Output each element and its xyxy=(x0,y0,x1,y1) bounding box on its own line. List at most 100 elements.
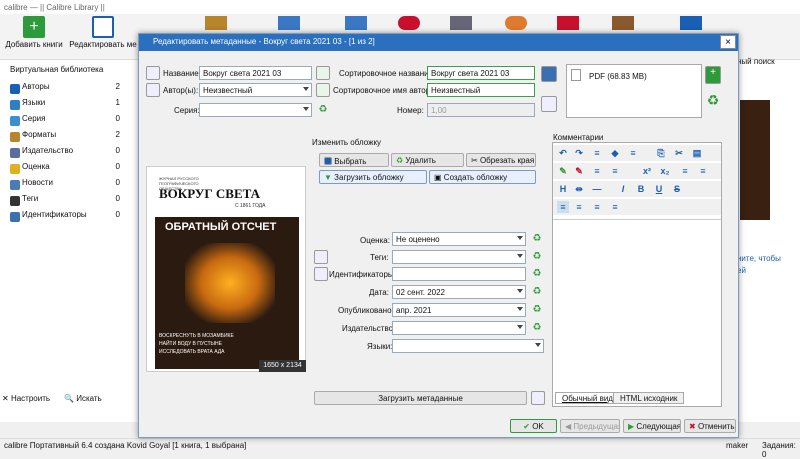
identifiers-icon[interactable] xyxy=(314,267,328,281)
tags-input[interactable] xyxy=(392,250,526,264)
horizontal-rule-icon[interactable]: ⇹ xyxy=(573,183,585,195)
add-books-button[interactable]: + Добавить книги xyxy=(4,16,64,58)
cancel-button[interactable]: ✖ Отменить xyxy=(684,419,736,433)
superscript-icon[interactable]: x² xyxy=(641,165,653,177)
sort-title-input[interactable]: Вокруг света 2021 03 xyxy=(427,66,535,80)
configure-button[interactable]: ✕ Настроить xyxy=(2,394,50,403)
sidebar-item-identifiers[interactable]: Идентификаторы 0 xyxy=(0,210,120,226)
arrow-right-icon[interactable] xyxy=(316,66,330,80)
copy-icon[interactable]: ⎘ xyxy=(655,147,667,159)
sort-author-input[interactable]: Неизвестный xyxy=(427,83,535,97)
tab-normal-view[interactable]: Обычный вид xyxy=(555,392,620,404)
identifiers-input[interactable] xyxy=(392,267,526,281)
download-cover-button[interactable]: ▼ Загрузить обложку xyxy=(319,170,427,184)
align-right-icon[interactable]: ≡ xyxy=(591,201,603,213)
library-icon[interactable] xyxy=(612,16,634,30)
bold-icon[interactable]: B xyxy=(635,183,647,195)
align-left-icon[interactable]: ≡ xyxy=(557,201,569,213)
edit-pencil-icon[interactable] xyxy=(541,96,557,112)
choose-cover-button[interactable]: Выбрать xyxy=(319,153,389,167)
highlight-icon[interactable]: ✎ xyxy=(573,165,585,177)
help-icon[interactable] xyxy=(505,16,527,30)
store-icon[interactable] xyxy=(680,16,702,30)
saved-search-label[interactable]: ный поиск xyxy=(737,57,775,66)
remove-format-icon[interactable]: ♻ xyxy=(705,93,721,110)
sidebar-item-tags[interactable]: Теги 0 xyxy=(0,194,120,210)
comments-textarea[interactable] xyxy=(553,219,721,394)
cut-icon[interactable]: ✂ xyxy=(673,147,685,159)
heading-icon[interactable]: H xyxy=(557,183,569,195)
italic-icon[interactable]: I xyxy=(617,183,629,195)
clear-identifiers-icon[interactable]: ♻ xyxy=(531,268,543,280)
eraser-icon[interactable]: ◆ xyxy=(609,147,621,159)
close-icon[interactable]: × xyxy=(720,35,736,49)
format-entry[interactable]: PDF (68.83 MB) xyxy=(589,72,647,81)
clear-rating-icon[interactable]: ♻ xyxy=(531,233,543,245)
title-input[interactable]: Вокруг света 2021 03 xyxy=(199,66,312,80)
bullet-list-icon[interactable]: ≡ xyxy=(679,165,691,177)
configure-download-icon[interactable] xyxy=(531,391,545,405)
add-format-icon[interactable]: + xyxy=(705,66,721,84)
redo-icon[interactable]: ↷ xyxy=(573,147,585,159)
generate-cover-button[interactable]: ▣ Создать обложку xyxy=(429,170,536,184)
series-input[interactable] xyxy=(199,103,312,117)
sidebar-item-formats[interactable]: Форматы 2 xyxy=(0,130,120,146)
sidebar-item-news[interactable]: Новости 0 xyxy=(0,178,120,194)
remove-books-icon[interactable] xyxy=(557,16,579,30)
indent-icon[interactable]: ≡ xyxy=(591,165,603,177)
sidebar-item-languages[interactable]: Языки 1 xyxy=(0,98,120,114)
align-justify-icon[interactable]: ≡ xyxy=(609,201,621,213)
date-input[interactable]: 02 сент. 2022 xyxy=(392,285,526,299)
rating-select[interactable]: Не оценено xyxy=(392,232,526,246)
find-button[interactable]: 🔍 Искать xyxy=(64,394,102,403)
jobs-count[interactable]: Задания: 0 xyxy=(762,441,800,459)
heart-icon[interactable] xyxy=(398,16,420,30)
series-number-input[interactable]: 1,00 xyxy=(427,103,535,117)
undo-icon[interactable]: ↶ xyxy=(557,147,569,159)
line-icon[interactable]: — xyxy=(591,183,603,195)
sidebar-item-publisher[interactable]: Издательство 0 xyxy=(0,146,120,162)
clear-published-icon[interactable]: ♻ xyxy=(531,304,543,316)
tab-html-source[interactable]: HTML исходник xyxy=(613,392,685,404)
trim-cover-button[interactable]: ✂ Обрезать края xyxy=(466,153,536,167)
convert-icon[interactable] xyxy=(205,16,227,30)
cover-icon[interactable] xyxy=(541,66,557,82)
ok-button[interactable]: ✔ OK xyxy=(510,419,557,433)
cover-thumbnail[interactable] xyxy=(740,100,770,220)
virtual-library-button[interactable]: Виртуальная библиотека xyxy=(0,65,120,81)
outdent-icon[interactable]: ≡ xyxy=(609,165,621,177)
clear-tags-icon[interactable]: ♻ xyxy=(531,251,543,263)
numbered-list-icon[interactable]: ≡ xyxy=(697,165,709,177)
clear-date-icon[interactable]: ♻ xyxy=(531,286,543,298)
languages-input[interactable] xyxy=(392,339,544,353)
send-icon[interactable] xyxy=(345,16,367,30)
details-link[interactable]: ните, чтобы xyxy=(737,254,781,263)
paste-icon[interactable]: ▤ xyxy=(691,147,703,159)
title-case-icon[interactable] xyxy=(146,66,160,80)
tags-list-icon[interactable] xyxy=(314,250,328,264)
arrow-right-icon[interactable] xyxy=(316,83,330,97)
link-icon[interactable]: ✎ xyxy=(557,165,569,177)
remove-cover-button[interactable]: ♻ Удалить xyxy=(391,153,464,167)
publisher-input[interactable] xyxy=(392,321,526,335)
sidebar-item-rating[interactable]: Оценка 0 xyxy=(0,162,120,178)
sidebar-item-authors[interactable]: Авторы 2 xyxy=(0,82,120,98)
edit-metadata-button[interactable]: Редактировать ме xyxy=(68,16,138,58)
sidebar-item-series[interactable]: Серия 0 xyxy=(0,114,120,130)
published-input[interactable]: апр. 2021 xyxy=(392,303,526,317)
fetch-news-icon[interactable] xyxy=(450,16,472,30)
justify-icon[interactable]: ≡ xyxy=(591,147,603,159)
person-icon[interactable] xyxy=(146,83,160,97)
select-all-icon[interactable]: ≡ xyxy=(627,147,639,159)
align-center-icon[interactable]: ≡ xyxy=(573,201,585,213)
clear-publisher-icon[interactable]: ♻ xyxy=(531,322,543,334)
clear-series-icon[interactable]: ♻ xyxy=(317,104,329,116)
view-icon[interactable] xyxy=(278,16,300,30)
author-input[interactable]: Неизвестный xyxy=(199,83,312,97)
strikethrough-icon[interactable]: S xyxy=(671,183,683,195)
underline-icon[interactable]: U xyxy=(653,183,665,195)
next-button[interactable]: ▶ Следующая xyxy=(623,419,681,433)
previous-button[interactable]: ◀ Предыдущая xyxy=(560,419,620,433)
cover-preview[interactable]: ЖУРНАЛ РУССКОГО ГЕОГРАФИЧЕСКОГО ОБЩЕСТВА… xyxy=(146,166,306,372)
download-metadata-button[interactable]: Загрузить метаданные xyxy=(314,391,527,405)
